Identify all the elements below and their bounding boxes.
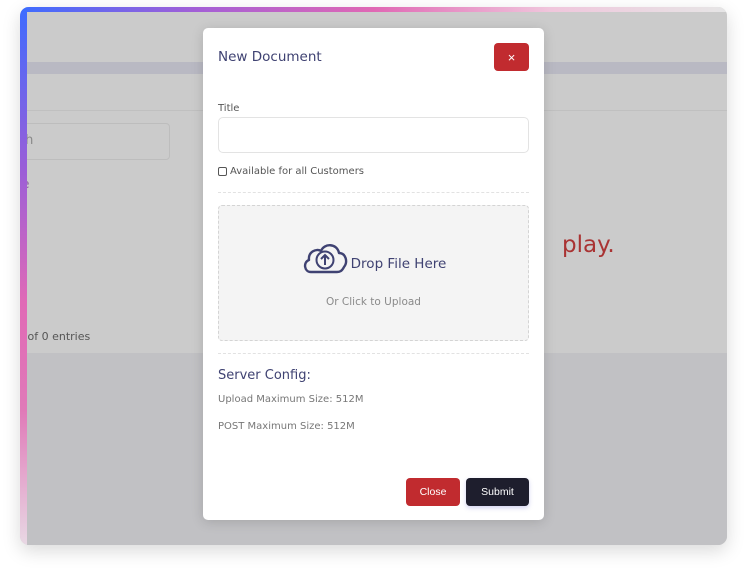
title-input[interactable] <box>218 117 529 153</box>
entries-info: 0 of 0 entries <box>20 330 91 343</box>
search-input[interactable]: ch <box>20 123 170 160</box>
gradient-border-top <box>20 7 727 12</box>
gradient-border-left <box>20 7 27 545</box>
post-max-size: POST Maximum Size: 512M <box>218 421 355 432</box>
modal-title: New Document <box>218 49 322 65</box>
cloud-upload-icon <box>303 244 347 274</box>
divider <box>218 192 529 193</box>
available-checkbox[interactable] <box>218 167 227 176</box>
close-icon[interactable]: × <box>494 43 529 71</box>
server-config-title: Server Config: <box>218 368 311 383</box>
file-dropzone[interactable]: Drop File Here Or Click to Upload <box>218 205 529 341</box>
available-checkbox-row[interactable]: Available for all Customers <box>218 166 364 177</box>
submit-button[interactable]: Submit <box>466 478 529 506</box>
drop-subtitle: Or Click to Upload <box>326 296 421 308</box>
divider <box>218 353 529 354</box>
empty-table-message: play. <box>562 232 615 258</box>
upload-max-size: Upload Maximum Size: 512M <box>218 394 364 405</box>
close-button[interactable]: Close <box>406 478 460 506</box>
drop-title: Drop File Here <box>350 256 447 272</box>
new-document-modal: New Document × Title Available for all C… <box>203 28 544 520</box>
checkbox-label: Available for all Customers <box>230 166 365 177</box>
title-label: Title <box>218 103 240 114</box>
